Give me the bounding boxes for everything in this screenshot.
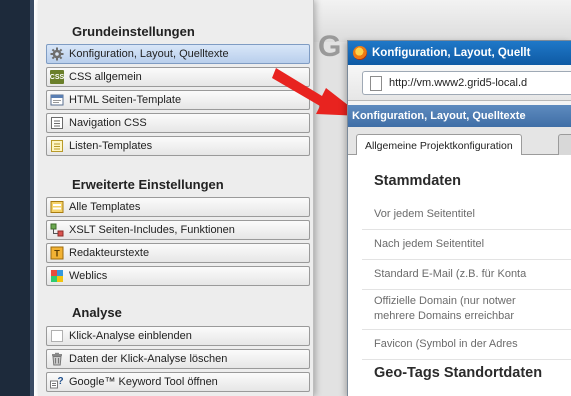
field-divider: [362, 259, 571, 260]
menu-item-redakteurstexte[interactable]: T Redakteurstexte: [46, 243, 310, 263]
screenshot-stage: G ME Grundeinstellungen Konfiguration, L…: [0, 0, 571, 396]
heading-geo-tags: Geo-Tags Standortdaten: [374, 365, 543, 381]
blank-icon: [50, 329, 64, 343]
menu-item-klick-analyse-einblenden[interactable]: Klick-Analyse einblenden: [46, 326, 310, 346]
browser-toolbar: http://vm.www2.grid5-local.d: [348, 65, 571, 101]
menu-item-label: XSLT Seiten-Includes, Funktionen: [69, 224, 235, 236]
field-label-offizielle-domain: Offizielle Domain (nur notwer mehrere Do…: [374, 295, 516, 322]
address-text: http://vm.www2.grid5-local.d: [389, 77, 528, 89]
keyword-tool-icon: ?: [50, 375, 64, 389]
browser-titlebar[interactable]: Konfiguration, Layout, Quellt: [348, 41, 571, 65]
address-bar[interactable]: http://vm.www2.grid5-local.d: [362, 71, 571, 95]
field-label-nach-seitentitel: Nach jedem Seitentitel: [374, 238, 485, 250]
field-divider: [362, 289, 571, 290]
css-icon: CSS: [50, 70, 64, 84]
menu-item-label: Alle Templates: [69, 201, 141, 213]
menu-item-label: Google™ Keyword Tool öffnen: [69, 376, 218, 388]
menu-item-label: Weblics: [69, 270, 108, 282]
dialog-title: Konfiguration, Layout, Quelltexte: [348, 105, 571, 127]
browser-window: Konfiguration, Layout, Quellt http://vm.…: [347, 40, 571, 396]
section-heading-erweiterte-einstellungen: Erweiterte Einstellungen: [72, 177, 224, 192]
heading-stammdaten: Stammdaten: [374, 173, 462, 189]
gear-icon: [50, 47, 64, 61]
menu-item-listen-templates[interactable]: Listen-Templates: [46, 136, 310, 156]
field-label-favicon: Favicon (Symbol in der Adres: [374, 338, 518, 350]
background-top-bar: [300, 0, 571, 42]
dialog-content: Stammdaten Vor jedem Seitentitel Nach je…: [348, 155, 571, 396]
svg-text:T: T: [54, 249, 60, 259]
page-icon: [370, 76, 382, 91]
menu-item-label: Redakteurstexte: [69, 247, 150, 259]
menu-item-label: Klick-Analyse einblenden: [69, 330, 192, 342]
list-template-icon: [50, 139, 64, 153]
menu-item-label: Listen-Templates: [69, 140, 153, 152]
field-label-standard-email: Standard E-Mail (z.B. für Konta: [374, 268, 527, 280]
browser-title: Konfiguration, Layout, Quellt: [372, 47, 531, 59]
field-divider: [362, 329, 571, 330]
field-label-vor-seitentitel: Vor jedem Seitentitel: [374, 208, 475, 220]
menu-item-alle-templates[interactable]: Alle Templates: [46, 197, 310, 217]
menu-item-label: Konfiguration, Layout, Quelltexte: [69, 48, 229, 60]
tab-next[interactable]: [558, 134, 571, 156]
xslt-icon: [50, 223, 64, 237]
menu-item-weblics[interactable]: Weblics: [46, 266, 310, 286]
trash-icon: [50, 352, 64, 366]
menu-item-label: CSS allgemein: [69, 71, 142, 83]
firefox-icon: [353, 46, 367, 60]
section-heading-analyse: Analyse: [72, 305, 122, 320]
svg-text:?: ?: [57, 376, 63, 387]
menu-item-xslt[interactable]: XSLT Seiten-Includes, Funktionen: [46, 220, 310, 240]
menu-item-label: Navigation CSS: [69, 117, 147, 129]
field-divider: [362, 229, 571, 230]
section-heading-grundeinstellungen: Grundeinstellungen: [72, 24, 195, 39]
tab-strip: Allgemeine Projektkonfiguration: [348, 127, 571, 156]
left-dark-bar: [0, 0, 34, 396]
field-divider: [362, 359, 571, 360]
html-template-icon: [50, 93, 64, 107]
menu-item-klick-analyse-loeschen[interactable]: Daten der Klick-Analyse löschen: [46, 349, 310, 369]
weblics-icon: [50, 269, 64, 283]
templates-icon: [50, 200, 64, 214]
menu-item-label: HTML Seiten-Template: [69, 94, 182, 106]
tab-allgemeine-projektkonfiguration[interactable]: Allgemeine Projektkonfiguration: [356, 134, 522, 156]
editor-texts-icon: T: [50, 246, 64, 260]
menu-item-label: Daten der Klick-Analyse löschen: [69, 353, 228, 365]
navigation-css-icon: [50, 116, 64, 130]
menu-item-google-keyword-tool[interactable]: ? Google™ Keyword Tool öffnen: [46, 372, 310, 392]
